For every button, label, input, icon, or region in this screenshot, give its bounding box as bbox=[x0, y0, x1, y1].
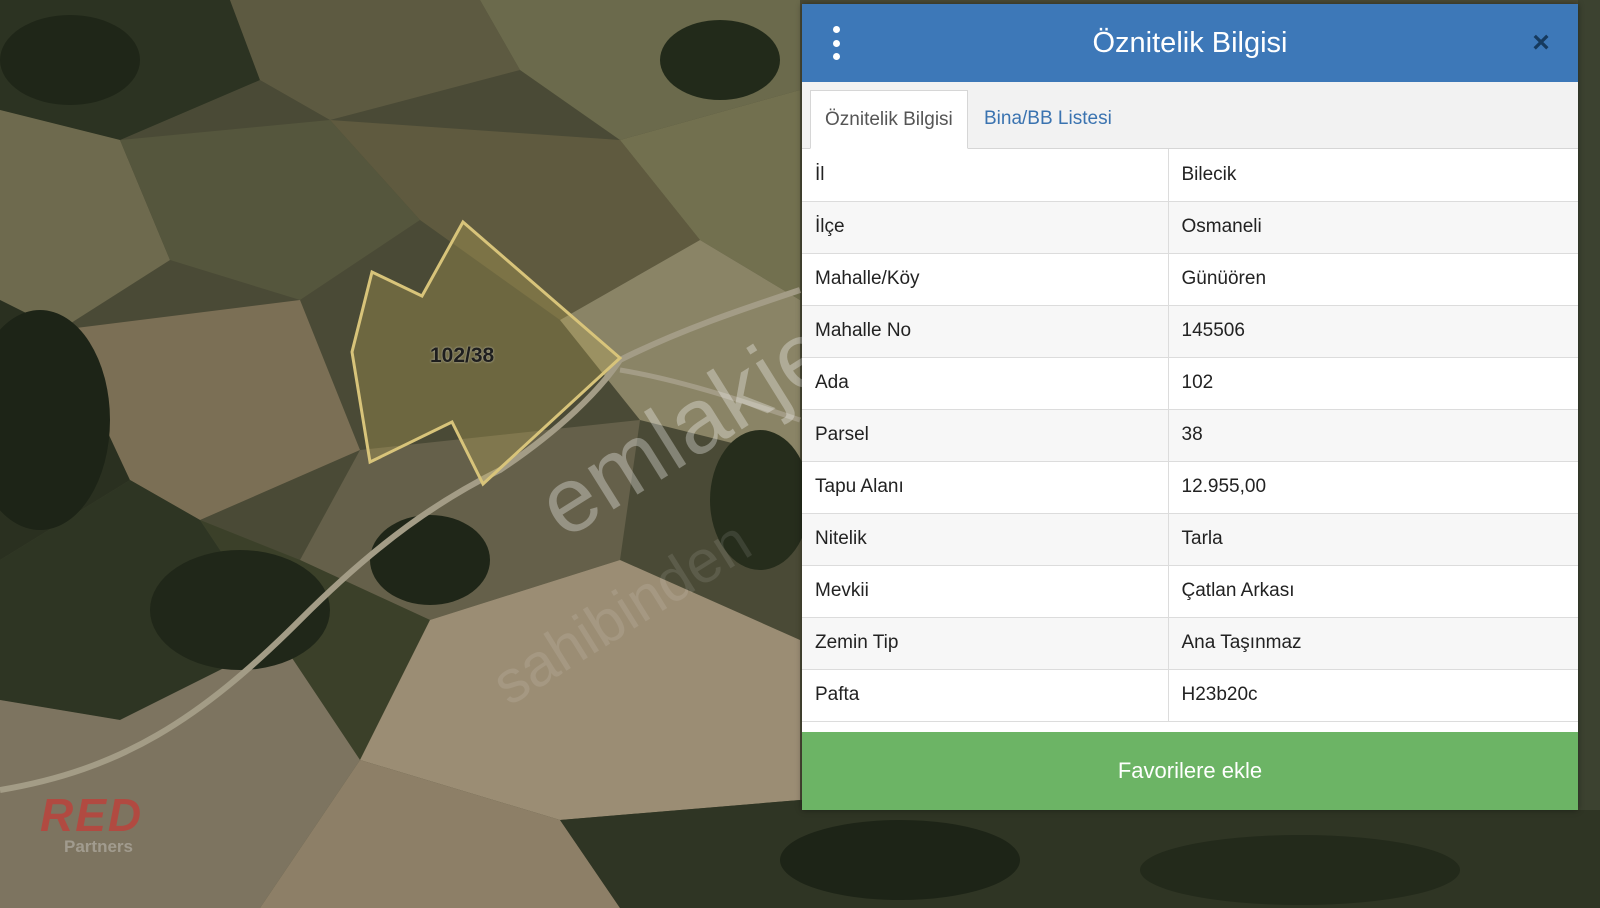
row-key: Mahalle/Köy bbox=[802, 253, 1169, 306]
table-row: Mahalle No 145506 bbox=[802, 305, 1578, 358]
tab-attribute-info[interactable]: Öznitelik Bilgisi bbox=[810, 90, 968, 149]
table-row: Pafta H23b20c bbox=[802, 669, 1578, 722]
panel-title: Öznitelik Bilgisi bbox=[1092, 26, 1288, 59]
row-value: Tarla bbox=[1168, 513, 1578, 566]
row-value: Çatlan Arkası bbox=[1168, 565, 1578, 618]
row-value: Osmaneli bbox=[1168, 201, 1578, 254]
table-row: Nitelik Tarla bbox=[802, 513, 1578, 566]
row-key: İlçe bbox=[802, 201, 1169, 254]
row-value: Ana Taşınmaz bbox=[1168, 617, 1578, 670]
add-to-favorites-button[interactable]: Favorilere ekle bbox=[802, 732, 1578, 810]
row-key: Nitelik bbox=[802, 513, 1169, 566]
row-value: 145506 bbox=[1168, 305, 1578, 358]
vertical-dots-icon[interactable] bbox=[830, 26, 842, 60]
row-value: H23b20c bbox=[1168, 669, 1578, 722]
tab-bar: Öznitelik Bilgisi Bina/BB Listesi bbox=[802, 82, 1578, 149]
row-key: Mahalle No bbox=[802, 305, 1169, 358]
row-key: Tapu Alanı bbox=[802, 461, 1169, 514]
table-row: Tapu Alanı 12.955,00 bbox=[802, 461, 1578, 514]
table-row: Mahalle/Köy Günüören bbox=[802, 253, 1578, 306]
close-icon[interactable]: × bbox=[1526, 28, 1556, 58]
row-value: Günüören bbox=[1168, 253, 1578, 306]
row-value: Bilecik bbox=[1168, 149, 1578, 202]
table-row: İl Bilecik bbox=[802, 149, 1578, 202]
tab-building-list[interactable]: Bina/BB Listesi bbox=[970, 90, 1126, 148]
row-key: Ada bbox=[802, 357, 1169, 410]
parcel-label: 102/38 bbox=[430, 344, 495, 367]
menu-dot bbox=[832, 39, 840, 47]
table-row: Zemin Tip Ana Taşınmaz bbox=[802, 617, 1578, 670]
attribute-info-panel: Öznitelik Bilgisi × Öznitelik Bilgisi Bi… bbox=[802, 4, 1578, 810]
row-key: Pafta bbox=[802, 669, 1169, 722]
row-value: 38 bbox=[1168, 409, 1578, 462]
row-key: Parsel bbox=[802, 409, 1169, 462]
menu-dot bbox=[832, 26, 840, 33]
row-key: Zemin Tip bbox=[802, 617, 1169, 670]
row-key: Mevkii bbox=[802, 565, 1169, 618]
table-row: Ada 102 bbox=[802, 357, 1578, 410]
table-row: Mevkii Çatlan Arkası bbox=[802, 565, 1578, 618]
table-row: Parsel 38 bbox=[802, 409, 1578, 462]
row-value: 102 bbox=[1168, 357, 1578, 410]
attribute-table: İl Bilecik İlçe Osmaneli Mahalle/Köy Gün… bbox=[802, 149, 1578, 722]
row-value: 12.955,00 bbox=[1168, 461, 1578, 514]
menu-dot bbox=[832, 53, 840, 60]
panel-header: Öznitelik Bilgisi × bbox=[802, 4, 1578, 82]
row-key: İl bbox=[802, 149, 1169, 202]
table-row: İlçe Osmaneli bbox=[802, 201, 1578, 254]
